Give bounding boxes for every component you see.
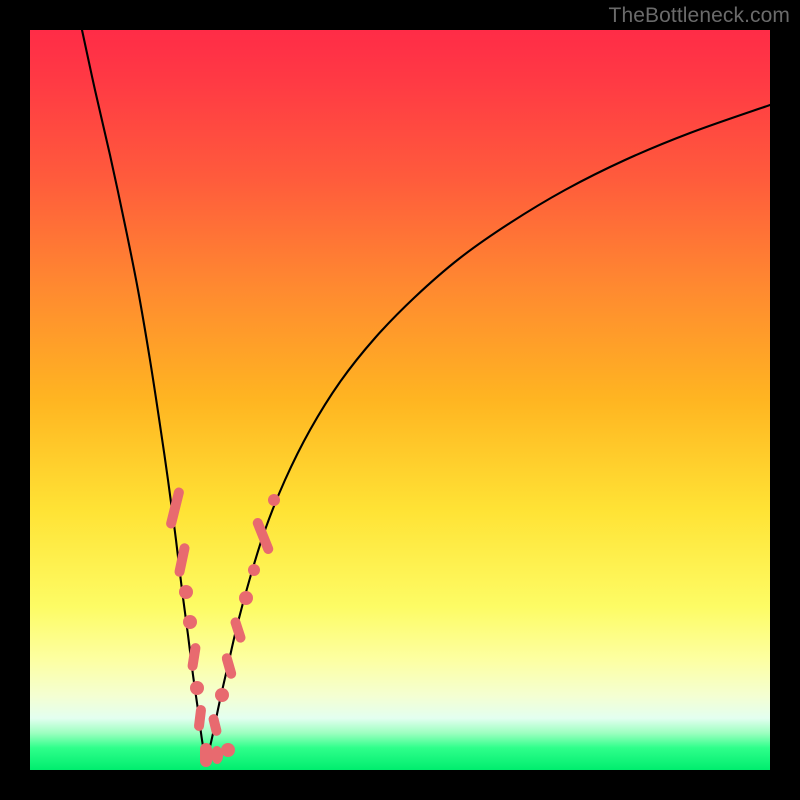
bead-circle-11 <box>215 688 229 702</box>
curve-layer <box>30 30 770 770</box>
bead-circle-2 <box>179 585 193 599</box>
bead-pill-10 <box>207 713 222 737</box>
bead-pill-12 <box>221 652 238 680</box>
bead-pill-16 <box>251 517 275 556</box>
bead-circle-15 <box>248 564 260 576</box>
curve-right-branch <box>206 105 770 763</box>
bead-group <box>165 486 280 767</box>
bead-circle-5 <box>190 681 204 695</box>
bead-pill-0 <box>165 486 185 529</box>
bead-circle-17 <box>268 494 280 506</box>
watermark-text: TheBottleneck.com <box>609 4 790 28</box>
curve-left-branch <box>82 30 206 763</box>
bead-pill-13 <box>229 616 247 644</box>
bead-circle-9 <box>221 743 235 757</box>
bead-circle-3 <box>183 615 197 629</box>
bead-pill-6 <box>193 704 206 731</box>
bead-pill-7 <box>200 743 212 767</box>
bead-circle-14 <box>239 591 253 605</box>
curve-group <box>82 30 770 763</box>
